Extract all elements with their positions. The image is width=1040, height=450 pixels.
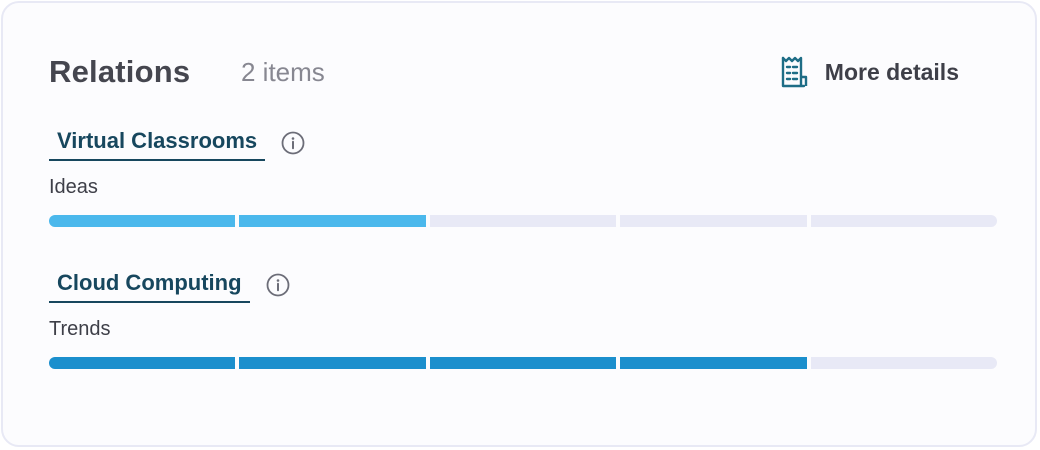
report-document-icon [781,56,807,88]
relation-title-row: Cloud Computing [49,265,290,303]
relation-category: Trends [49,318,111,340]
relations-card: Relations 2 items More details Virtual C… [1,1,1037,447]
level-segment-filled [429,357,617,369]
relation-link[interactable]: Cloud Computing [49,265,250,303]
info-icon[interactable] [281,131,305,155]
relation-category: Ideas [49,176,98,198]
level-segment-empty [620,215,807,227]
level-segment-filled [49,357,236,369]
level-segment-filled [620,357,807,369]
card-title: Relations [49,54,191,89]
level-bar [49,357,998,369]
more-details-button[interactable]: More details [777,51,959,93]
card-header: Relations 2 items More details [49,51,959,93]
relation-title-row: Virtual Classrooms [49,123,305,161]
more-details-label: More details [824,59,959,85]
relation-link[interactable]: Virtual Classrooms [49,123,266,161]
level-segment-filled [49,215,236,227]
level-segment-empty [810,357,998,369]
level-bar [49,215,998,227]
item-count: 2 items [241,57,325,87]
level-segment-empty [429,215,617,227]
level-segment-empty [810,215,998,227]
level-segment-filled [239,215,426,227]
info-icon[interactable] [266,273,290,297]
level-segment-filled [239,357,426,369]
